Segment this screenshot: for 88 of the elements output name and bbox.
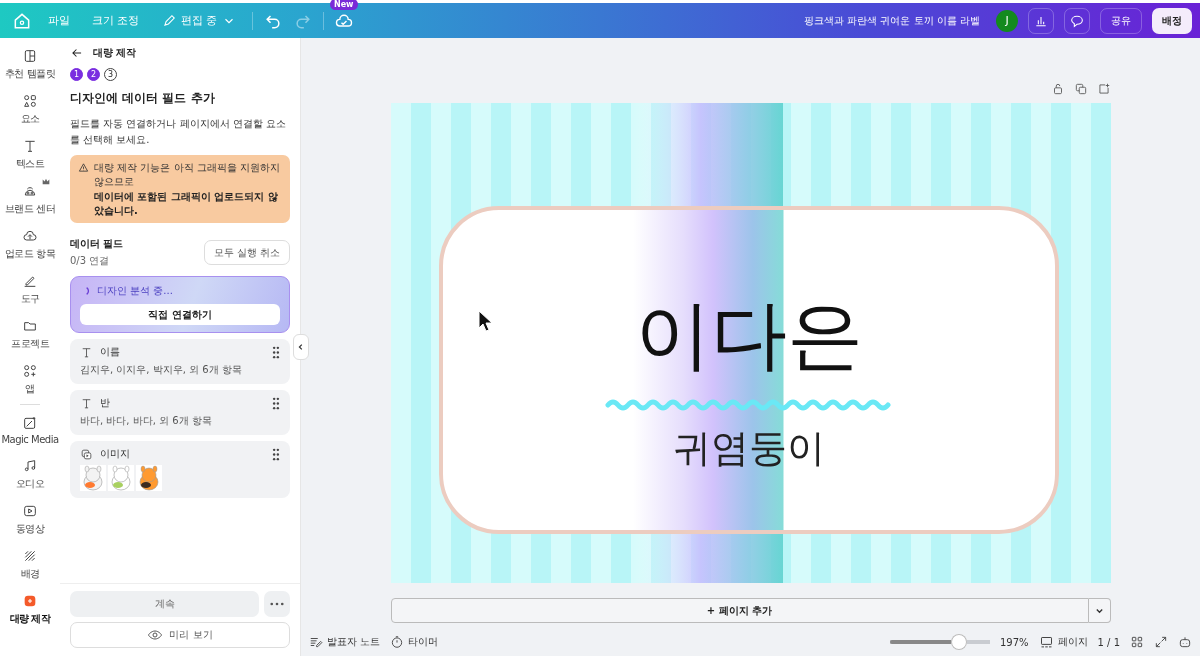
design-title[interactable]: 핑크색과 파란색 귀여운 토끼 이름 라벨 (804, 13, 980, 28)
name-label-card[interactable]: 이다은 귀염둥이 (438, 206, 1059, 534)
text-icon (80, 396, 93, 410)
field-name: 반 (100, 396, 111, 410)
pattern-icon (22, 548, 38, 564)
text-icon (22, 138, 38, 154)
template-icon (22, 48, 38, 64)
warning-detail: 데이터에 포함된 그래픽이 업로드되지 않았습니다. (94, 190, 279, 217)
cursor-icon (477, 310, 492, 332)
duplicate-icon[interactable] (1073, 82, 1088, 96)
preview-button[interactable]: 미리 보기 (70, 622, 290, 648)
sidebar-item[interactable]: 텍스트 (0, 132, 60, 177)
comment-button[interactable] (1064, 7, 1090, 34)
data-field-card[interactable]: 반 바다, 바다, 바다, 외 6개 항목 (70, 390, 290, 435)
apps-icon (22, 363, 38, 379)
pen-icon (22, 273, 38, 289)
sidebar-item[interactable]: 배경 (0, 542, 60, 587)
field-name: 이름 (100, 345, 121, 359)
music-icon (22, 458, 38, 474)
sidebar-item[interactable]: 도구 (0, 267, 60, 312)
sidebar-item[interactable]: 앱 (0, 357, 60, 402)
stack-icon (22, 593, 38, 609)
chevron-down-icon (1094, 606, 1104, 615)
warning-icon (78, 162, 89, 173)
drag-handle-icon[interactable] (272, 396, 280, 410)
sidebar-item[interactable]: 요소 (0, 87, 60, 132)
warning-message: 대량 제작 기능은 아직 그래픽을 지원하지 않으므로 (94, 161, 281, 188)
new-badge: New (330, 0, 358, 10)
analysis-status: 디자인 분석 중... (97, 284, 173, 298)
subtitle-text[interactable]: 귀염둥이 (672, 422, 825, 474)
continue-button[interactable]: 계속 (70, 591, 259, 617)
drag-handle-icon[interactable] (272, 345, 280, 359)
pencil-icon (161, 13, 176, 28)
add-page-button[interactable]: + 페이지 추가 (390, 598, 1089, 623)
video-icon (22, 503, 38, 519)
grid-view-icon[interactable] (1130, 635, 1144, 649)
timer-button[interactable]: 타이머 (390, 635, 439, 649)
magic-image-icon (22, 414, 38, 431)
collapse-panel-button[interactable] (293, 334, 309, 360)
user-avatar[interactable]: J (996, 9, 1018, 32)
fullscreen-icon[interactable] (1154, 635, 1168, 649)
cloud-upload-icon (22, 228, 38, 244)
spinner-icon (84, 286, 92, 296)
insights-button[interactable] (1028, 7, 1054, 34)
stopwatch-icon (390, 635, 405, 649)
sidebar-item[interactable]: 업로드 항목 (0, 222, 60, 267)
section-title: 데이터 필드 (70, 237, 124, 251)
connection-count: 0/3 연결 (70, 254, 111, 268)
sidebar-item[interactable]: 추천 템플릿 (0, 42, 60, 87)
chevron-left-icon (297, 343, 305, 351)
panel-heading: 디자인에 데이터 필드 추가 (70, 90, 216, 107)
drag-handle-icon[interactable] (272, 447, 280, 461)
add-page-icon[interactable] (1096, 82, 1111, 96)
pages-icon (1038, 634, 1054, 650)
sidebar-item[interactable]: 프로젝트 (0, 312, 60, 357)
page-count: 1 / 1 (1097, 636, 1120, 648)
shapes-icon (22, 93, 38, 109)
notes-icon (309, 635, 323, 649)
sidebar-item[interactable]: 대량 제작 (0, 587, 60, 632)
sidebar-item[interactable]: 오디오 (0, 452, 60, 497)
image-icon (80, 447, 93, 461)
eye-icon (147, 627, 164, 643)
sidebar-item[interactable]: Magic Media (0, 407, 60, 452)
robot-icon[interactable] (1178, 635, 1192, 649)
zoom-reading: 197% (999, 636, 1029, 648)
connect-manually-button[interactable]: 직접 연결하기 (80, 304, 280, 325)
publish-button[interactable]: 배정 (1152, 7, 1192, 34)
name-text[interactable]: 이다은 (634, 296, 863, 373)
pages-button[interactable]: 페이지 (1038, 634, 1088, 650)
step-indicator: 1 (70, 68, 83, 81)
more-icon (270, 602, 284, 606)
crown-icon (42, 178, 50, 185)
undo-all-button[interactable]: 모두 실행 취소 (203, 240, 290, 265)
data-field-card[interactable]: 이름 김지우, 이지우, 박지우, 외 6개 항목 (70, 339, 290, 384)
text-icon (80, 345, 93, 359)
panel-title: 대량 제작 (93, 46, 137, 60)
more-button[interactable] (264, 591, 290, 617)
panel-description: 필드를 자동 연결하거나 페이지에서 연결할 요소를 선택해 보세요. (70, 117, 287, 147)
back-arrow-icon[interactable] (70, 46, 84, 60)
presenter-notes-button[interactable]: 발표자 노트 (309, 635, 381, 649)
field-name: 이미지 (100, 447, 131, 461)
sidebar-item[interactable]: 브랜드 센터 (0, 177, 60, 222)
sidebar-item[interactable]: 동영상 (0, 497, 60, 542)
data-field-card[interactable]: 이미지 (70, 441, 290, 498)
field-values: 바다, 바다, 바다, 외 6개 항목 (80, 414, 213, 428)
step-indicator: 2 (87, 68, 100, 81)
field-values: 김지우, 이지우, 박지우, 외 6개 항목 (80, 363, 243, 377)
share-button[interactable]: 공유 (1100, 7, 1142, 34)
